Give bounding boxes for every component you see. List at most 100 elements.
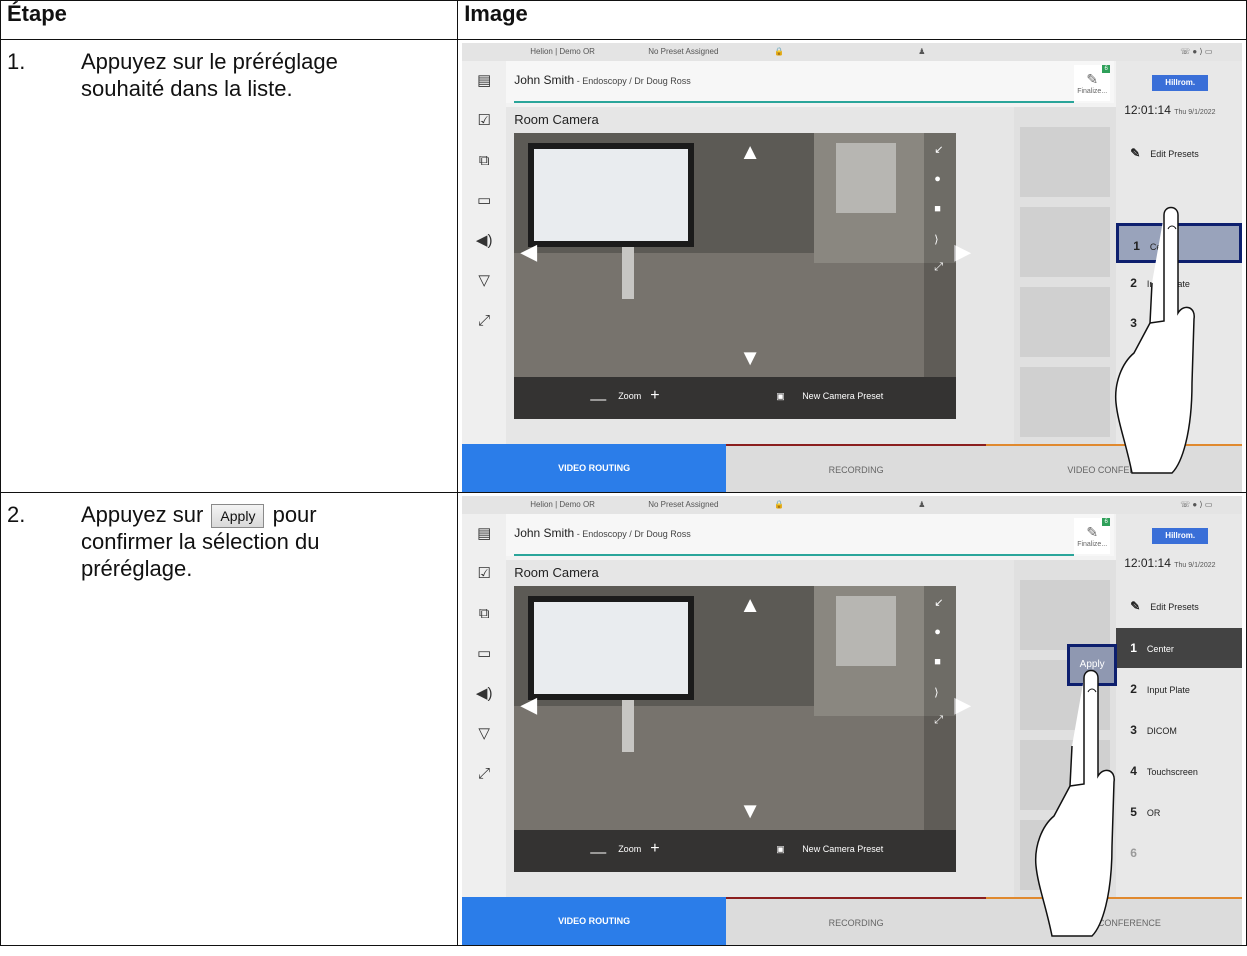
checklist-icon[interactable]: ☑ bbox=[472, 562, 496, 586]
table-header-row: Étape Image bbox=[0, 0, 1247, 40]
finalize-button[interactable]: 6 ✎ Finalize... bbox=[1074, 518, 1111, 554]
pencil-icon: ✎ bbox=[1130, 599, 1141, 613]
save-icon: ▣ bbox=[776, 391, 785, 401]
expand-icon[interactable]: ⤢ bbox=[472, 309, 496, 333]
camera-panel: Room Camera ▲ ▼ ◀ ▶ ↙ ● ■ ⟩ ⤢ — Zoom + ▣… bbox=[506, 560, 1117, 897]
status-icons: ☏ ● ⟩ ▭ bbox=[1180, 500, 1213, 509]
pan-up-icon[interactable]: ▲ bbox=[739, 141, 761, 163]
camera-controls: — Zoom + ▣ New Camera Preset bbox=[514, 830, 957, 872]
clock: 12:01:14 Thu 9/1/2022 bbox=[1124, 103, 1215, 117]
pan-right-icon[interactable]: ▶ bbox=[954, 241, 971, 263]
pointing-hand-icon bbox=[1035, 669, 1116, 937]
finalize-icon: ✎ bbox=[1086, 71, 1099, 87]
patient-underline bbox=[514, 554, 1075, 556]
pan-left-icon[interactable]: ◀ bbox=[520, 694, 537, 716]
bottom-tabs: VIDEO ROUTING RECORDING VIDEO CONFERENCE bbox=[462, 897, 1243, 945]
routing-icon[interactable]: ⧉ bbox=[472, 149, 496, 173]
preset-status: No Preset Assigned bbox=[648, 47, 719, 56]
zoom-in-icon[interactable]: + bbox=[650, 387, 659, 405]
snapshot-icon[interactable]: ↙ bbox=[934, 143, 943, 156]
pan-down-icon[interactable]: ▼ bbox=[739, 800, 761, 822]
edit-presets-button[interactable]: ✎ Edit Presets bbox=[1116, 586, 1242, 626]
patient-detail: - Endoscopy / Dr Doug Ross bbox=[574, 529, 691, 539]
zoom-label: Zoom bbox=[618, 844, 642, 854]
checklist-icon[interactable]: ☑ bbox=[472, 109, 496, 133]
camera-icon[interactable]: ■ bbox=[934, 656, 941, 668]
instruction-table: Étape Image 1. Appuyez sur le préréglage… bbox=[0, 0, 1247, 946]
finalize-badge: 6 bbox=[1102, 65, 1111, 73]
apply-chip: Apply bbox=[211, 504, 265, 529]
clock-time: 12:01:14 bbox=[1124, 556, 1171, 570]
header-image: Image bbox=[457, 0, 1247, 40]
screenshot-step2: Helion | Demo OR No Preset Assigned 🔒 ♟ … bbox=[462, 496, 1243, 945]
audio-icon[interactable]: ◀) bbox=[472, 682, 496, 706]
preset-item[interactable]: 1Center bbox=[1116, 628, 1243, 668]
tab-video-routing[interactable]: VIDEO ROUTING bbox=[462, 897, 727, 945]
clock-time: 12:01:14 bbox=[1124, 103, 1171, 117]
light-icon[interactable]: ▽ bbox=[472, 722, 496, 746]
patient-bar: John Smith - Endoscopy / Dr Doug Ross bbox=[506, 514, 1115, 556]
camera-title: Room Camera bbox=[514, 112, 599, 127]
pan-left-icon[interactable]: ◀ bbox=[520, 241, 537, 263]
tab-recording[interactable]: RECORDING bbox=[726, 444, 987, 492]
user-icon[interactable]: ♟ bbox=[918, 500, 925, 509]
finalize-button[interactable]: 6 ✎ Finalize... bbox=[1074, 65, 1111, 101]
patient-name: John Smith bbox=[514, 73, 575, 87]
preset-item[interactable]: 5 OR bbox=[1116, 792, 1242, 832]
routing-icon[interactable]: ⧉ bbox=[472, 602, 496, 626]
fullscreen-icon[interactable]: ⤢ bbox=[934, 714, 943, 727]
image-cell: Helion | Demo OR No Preset Assigned 🔒 ♟ … bbox=[457, 39, 1247, 493]
camera-view[interactable]: ▲ ▼ ◀ ▶ ↙ ● ■ ⟩ ⤢ — Zoom + ▣ New Camera … bbox=[514, 133, 971, 419]
zoom-out-icon[interactable]: — bbox=[590, 391, 606, 409]
screenshot-step1: Helion | Demo OR No Preset Assigned 🔒 ♟ … bbox=[462, 43, 1243, 492]
step-text: Appuyez sur le préréglage souhaité dans … bbox=[81, 49, 338, 101]
pan-right-icon[interactable]: ▶ bbox=[954, 694, 971, 716]
record-dot-icon[interactable]: ● bbox=[934, 626, 941, 638]
patient-icon[interactable]: ▤ bbox=[472, 522, 496, 546]
audio-icon[interactable]: ◀) bbox=[472, 229, 496, 253]
stream-icon[interactable]: ⟩ bbox=[934, 233, 938, 246]
display-icon[interactable]: ▭ bbox=[472, 642, 496, 666]
snapshot-icon[interactable]: ↙ bbox=[934, 596, 943, 609]
left-nav: ▤ ☑ ⧉ ▭ ◀) ▽ ⤢ bbox=[462, 514, 507, 897]
preset-item[interactable]: 3 DICOM bbox=[1116, 710, 1242, 750]
record-dot-icon[interactable]: ● bbox=[934, 173, 941, 185]
user-icon[interactable]: ♟ bbox=[918, 47, 925, 56]
fullscreen-icon[interactable]: ⤢ bbox=[934, 261, 943, 274]
zoom-label: Zoom bbox=[618, 391, 642, 401]
camera-icon[interactable]: ■ bbox=[934, 203, 941, 215]
preset-item[interactable]: 4 Touchscreen bbox=[1116, 751, 1242, 791]
lock-icon[interactable]: 🔒 bbox=[774, 47, 784, 56]
patient-underline bbox=[514, 101, 1075, 103]
hillrom-logo: Hillrom. bbox=[1152, 75, 1209, 91]
preset-item[interactable]: 6 bbox=[1116, 833, 1242, 873]
light-icon[interactable]: ▽ bbox=[472, 269, 496, 293]
new-preset-button[interactable]: New Camera Preset bbox=[802, 844, 883, 854]
display-icon[interactable]: ▭ bbox=[472, 189, 496, 213]
lock-icon[interactable]: 🔒 bbox=[774, 500, 784, 509]
preset-status: No Preset Assigned bbox=[648, 500, 719, 509]
patient-icon[interactable]: ▤ bbox=[472, 69, 496, 93]
room-label: Helion | Demo OR bbox=[530, 47, 595, 56]
camera-view[interactable]: ▲ ▼ ◀ ▶ ↙ ● ■ ⟩ ⤢ — Zoom + ▣ New Camera … bbox=[514, 586, 971, 872]
image-cell: Helion | Demo OR No Preset Assigned 🔒 ♟ … bbox=[457, 492, 1247, 946]
tab-video-routing[interactable]: VIDEO ROUTING bbox=[462, 444, 727, 492]
preset-item[interactable]: 2Input Plate bbox=[1116, 669, 1242, 709]
step-cell: 1. Appuyez sur le préréglage souhaité da… bbox=[0, 39, 459, 493]
patient-name: John Smith bbox=[514, 526, 575, 540]
new-preset-button[interactable]: New Camera Preset bbox=[802, 391, 883, 401]
stream-icon[interactable]: ⟩ bbox=[934, 686, 938, 699]
pan-down-icon[interactable]: ▼ bbox=[739, 347, 761, 369]
header-step: Étape bbox=[0, 0, 459, 40]
camera-side-tools: ↙ ● ■ ⟩ ⤢ bbox=[924, 586, 957, 830]
tab-recording[interactable]: RECORDING bbox=[726, 897, 987, 945]
camera-side-tools: ↙ ● ■ ⟩ ⤢ bbox=[924, 133, 957, 377]
pan-up-icon[interactable]: ▲ bbox=[739, 594, 761, 616]
expand-icon[interactable]: ⤢ bbox=[472, 762, 496, 786]
status-icons: ☏ ● ⟩ ▭ bbox=[1180, 47, 1213, 56]
zoom-in-icon[interactable]: + bbox=[650, 840, 659, 858]
zoom-out-icon[interactable]: — bbox=[590, 844, 606, 862]
finalize-label: Finalize... bbox=[1077, 541, 1108, 548]
finalize-label: Finalize... bbox=[1077, 88, 1108, 95]
edit-presets-button[interactable]: ✎ Edit Presets bbox=[1116, 133, 1242, 173]
